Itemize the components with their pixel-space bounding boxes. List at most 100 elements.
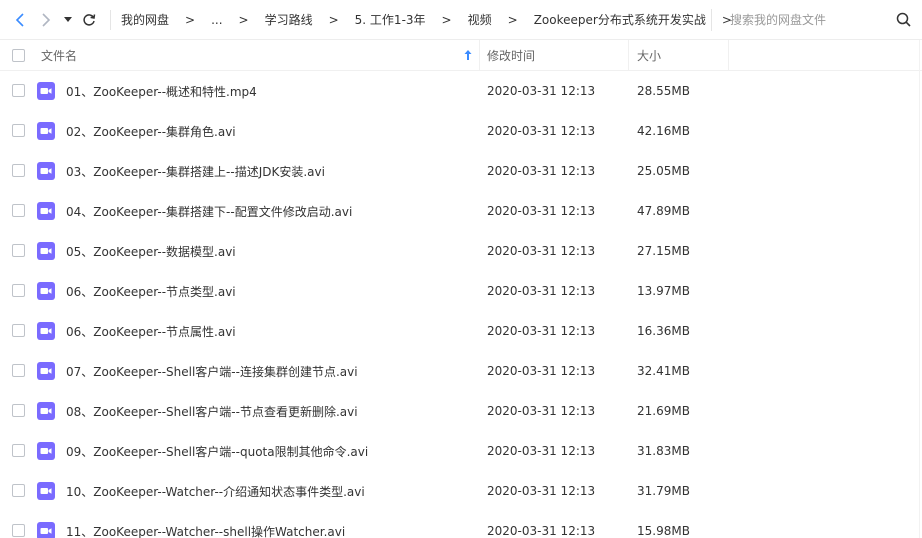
file-row[interactable]: 02、ZooKeeper--集群角色.avi 2020-03-31 12:13 42…: [0, 111, 922, 151]
history-dropdown-button[interactable]: [60, 9, 76, 31]
chevron-left-icon: [15, 12, 24, 27]
video-file-icon: [37, 242, 55, 260]
search-box: [711, 9, 919, 31]
column-header-time[interactable]: 修改时间: [487, 40, 628, 71]
file-row[interactable]: 08、ZooKeeper--Shell客户端--节点查看更新删除.avi 2020…: [0, 391, 922, 431]
column-header-size[interactable]: 大小: [637, 40, 727, 71]
file-modified-time: 2020-03-31 12:13: [487, 284, 596, 298]
breadcrumb-item-video[interactable]: 视频: [468, 11, 492, 28]
file-list: 01、ZooKeeper--概述和特性.mp4 2020-03-31 12:13 2…: [0, 71, 922, 538]
back-button[interactable]: [9, 9, 31, 31]
row-checkbox[interactable]: [12, 364, 25, 377]
row-checkbox[interactable]: [12, 484, 25, 497]
video-file-icon: [37, 282, 55, 300]
file-name[interactable]: 07、ZooKeeper--Shell客户端--连接集群创建节点.avi: [66, 351, 358, 391]
file-row[interactable]: 06、ZooKeeper--节点类型.avi 2020-03-31 12:13 13…: [0, 271, 922, 311]
file-name[interactable]: 10、ZooKeeper--Watcher--介绍通知状态事件类型.avi: [66, 471, 365, 511]
column-header-time-label: 修改时间: [487, 49, 536, 63]
video-file-icon: [37, 362, 55, 380]
row-checkbox[interactable]: [12, 204, 25, 217]
video-file-icon: [37, 122, 55, 140]
row-checkbox[interactable]: [12, 84, 25, 97]
file-name[interactable]: 02、ZooKeeper--集群角色.avi: [66, 111, 236, 151]
column-header-name-label: 文件名: [41, 49, 78, 63]
file-name[interactable]: 11、ZooKeeper--Watcher--shell操作Watcher.av…: [66, 511, 345, 538]
video-file-icon: [37, 522, 55, 538]
file-name[interactable]: 01、ZooKeeper--概述和特性.mp4: [66, 71, 257, 111]
file-size: 13.97MB: [637, 284, 690, 298]
refresh-icon: [83, 13, 96, 26]
search-button[interactable]: [895, 11, 913, 29]
file-modified-time: 2020-03-31 12:13: [487, 524, 596, 538]
breadcrumb-item-learning-path[interactable]: 学习路线: [265, 11, 313, 28]
row-checkbox[interactable]: [12, 404, 25, 417]
file-size: 31.83MB: [637, 444, 690, 458]
file-row[interactable]: 07、ZooKeeper--Shell客户端--连接集群创建节点.avi 2020…: [0, 351, 922, 391]
file-size: 42.16MB: [637, 124, 690, 138]
search-input[interactable]: [728, 12, 888, 28]
row-checkbox[interactable]: [12, 164, 25, 177]
caret-down-icon: [64, 16, 72, 22]
toolbar: 我的网盘 > ... > 学习路线 > 5. 工作1-3年 > 视频 > Zoo…: [0, 0, 922, 40]
file-name[interactable]: 04、ZooKeeper--集群搭建下--配置文件修改启动.avi: [66, 191, 352, 231]
search-icon: [896, 12, 911, 27]
file-name[interactable]: 06、ZooKeeper--节点属性.avi: [66, 311, 236, 351]
file-modified-time: 2020-03-31 12:13: [487, 484, 596, 498]
breadcrumb-separator: >: [238, 12, 249, 27]
breadcrumb-item-current[interactable]: Zookeeper分布式系统开发实战: [534, 11, 706, 28]
column-divider[interactable]: [628, 40, 629, 71]
file-name[interactable]: 05、ZooKeeper--数据模型.avi: [66, 231, 236, 271]
file-row[interactable]: 10、ZooKeeper--Watcher--介绍通知状态事件类型.avi 202…: [0, 471, 922, 511]
chevron-right-icon: [42, 12, 51, 27]
forward-button[interactable]: [35, 9, 57, 31]
file-name[interactable]: 03、ZooKeeper--集群搭建上--描述JDK安装.avi: [66, 151, 325, 191]
video-file-icon: [37, 82, 55, 100]
file-row[interactable]: 03、ZooKeeper--集群搭建上--描述JDK安装.avi 2020-03-…: [0, 151, 922, 191]
scrollbar-track[interactable]: [919, 40, 920, 538]
file-row[interactable]: 11、ZooKeeper--Watcher--shell操作Watcher.av…: [0, 511, 922, 538]
video-file-icon: [37, 442, 55, 460]
video-file-icon: [37, 482, 55, 500]
file-modified-time: 2020-03-31 12:13: [487, 364, 596, 378]
row-checkbox[interactable]: [12, 284, 25, 297]
breadcrumb-separator: >: [328, 12, 339, 27]
video-file-icon: [37, 322, 55, 340]
row-checkbox[interactable]: [12, 124, 25, 137]
row-checkbox[interactable]: [12, 524, 25, 537]
file-name[interactable]: 08、ZooKeeper--Shell客户端--节点查看更新删除.avi: [66, 391, 358, 431]
video-file-icon: [37, 162, 55, 180]
refresh-button[interactable]: [78, 9, 100, 31]
file-modified-time: 2020-03-31 12:13: [487, 164, 596, 178]
breadcrumb-item-work-years[interactable]: 5. 工作1-3年: [355, 11, 426, 28]
file-row[interactable]: 09、ZooKeeper--Shell客户端--quota限制其他命令.avi 2…: [0, 431, 922, 471]
file-modified-time: 2020-03-31 12:13: [487, 404, 596, 418]
file-size: 28.55MB: [637, 84, 690, 98]
file-size: 21.69MB: [637, 404, 690, 418]
column-header-name[interactable]: 文件名: [41, 40, 479, 71]
breadcrumb: 我的网盘 > ... > 学习路线 > 5. 工作1-3年 > 视频 > Zoo…: [121, 11, 748, 28]
file-modified-time: 2020-03-31 12:13: [487, 244, 596, 258]
column-divider[interactable]: [728, 40, 729, 71]
file-name[interactable]: 06、ZooKeeper--节点类型.avi: [66, 271, 236, 311]
file-modified-time: 2020-03-31 12:13: [487, 324, 596, 338]
breadcrumb-item-root[interactable]: 我的网盘: [121, 11, 169, 28]
column-divider[interactable]: [479, 40, 480, 71]
file-size: 47.89MB: [637, 204, 690, 218]
file-row[interactable]: 06、ZooKeeper--节点属性.avi 2020-03-31 12:13 16…: [0, 311, 922, 351]
breadcrumb-item-ellipsis[interactable]: ...: [211, 13, 222, 27]
row-checkbox[interactable]: [12, 444, 25, 457]
toolbar-divider: [110, 9, 111, 30]
file-modified-time: 2020-03-31 12:13: [487, 124, 596, 138]
sort-ascending-icon[interactable]: [463, 49, 473, 61]
file-row[interactable]: 04、ZooKeeper--集群搭建下--配置文件修改启动.avi 2020-03…: [0, 191, 922, 231]
file-modified-time: 2020-03-31 12:13: [487, 84, 596, 98]
file-modified-time: 2020-03-31 12:13: [487, 444, 596, 458]
file-list-header: 文件名 修改时间 大小: [0, 40, 922, 71]
file-name[interactable]: 09、ZooKeeper--Shell客户端--quota限制其他命令.avi: [66, 431, 368, 471]
row-checkbox[interactable]: [12, 324, 25, 337]
row-checkbox[interactable]: [12, 244, 25, 257]
breadcrumb-separator: >: [507, 12, 518, 27]
file-row[interactable]: 05、ZooKeeper--数据模型.avi 2020-03-31 12:13 27…: [0, 231, 922, 271]
file-row[interactable]: 01、ZooKeeper--概述和特性.mp4 2020-03-31 12:13 2…: [0, 71, 922, 111]
select-all-checkbox[interactable]: [12, 49, 25, 62]
